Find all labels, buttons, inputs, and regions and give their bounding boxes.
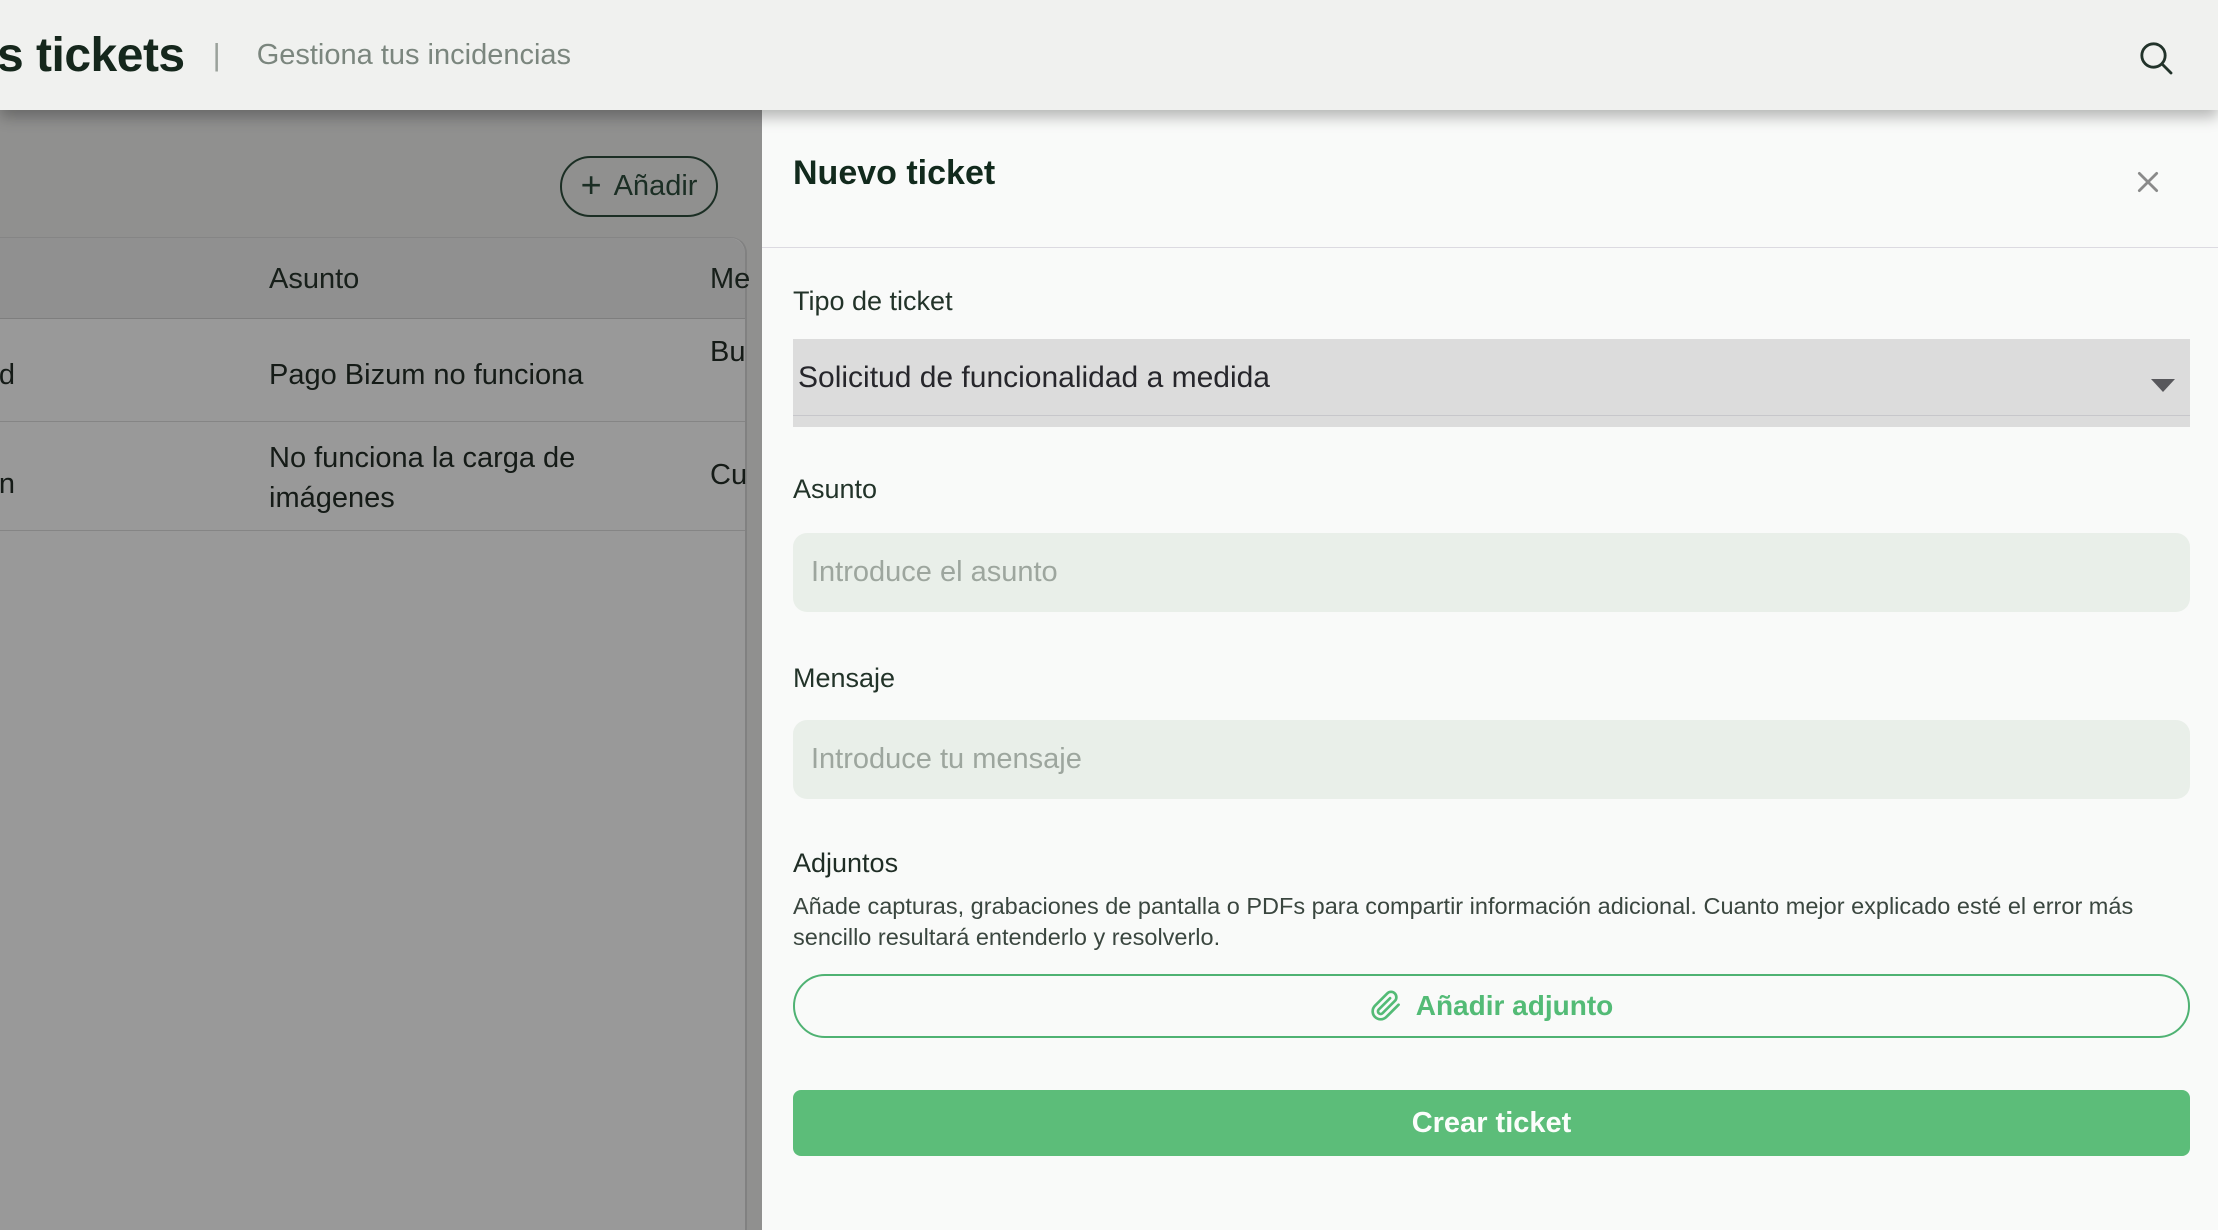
select-divider bbox=[793, 415, 2190, 416]
ticket-type-select[interactable]: Solicitud de funcionalidad a medida bbox=[793, 339, 2190, 427]
close-button[interactable] bbox=[2126, 160, 2170, 204]
attachments-description: Añade capturas, grabaciones de pantalla … bbox=[793, 893, 2134, 950]
panel-title: Nuevo ticket bbox=[793, 154, 996, 192]
title-separator: | bbox=[212, 37, 221, 72]
attachments-title: Adjuntos bbox=[793, 848, 899, 878]
search-icon bbox=[2140, 42, 2173, 75]
tickets-list-page: + Añadir Asunto Me d Pago Bizum no funci… bbox=[0, 110, 2218, 1230]
subject-label: Asunto bbox=[793, 474, 878, 504]
search-button[interactable] bbox=[2134, 36, 2178, 80]
page-header: s tickets | Gestiona tus incidencias bbox=[0, 0, 2218, 110]
message-label: Mensaje bbox=[793, 663, 896, 693]
create-ticket-button[interactable]: Crear ticket bbox=[793, 1090, 2190, 1156]
chevron-down-icon bbox=[2151, 379, 2175, 392]
new-ticket-panel: Nuevo ticket Tipo de ticket Solicitud de… bbox=[762, 110, 2218, 1230]
message-input[interactable] bbox=[793, 720, 2190, 799]
ticket-type-label: Tipo de ticket bbox=[793, 286, 953, 316]
close-icon bbox=[2137, 171, 2159, 193]
subject-input[interactable] bbox=[793, 533, 2190, 612]
add-attachment-label: Añadir adjunto bbox=[1415, 990, 1614, 1021]
add-attachment-button[interactable]: Añadir adjunto bbox=[793, 974, 2190, 1038]
ticket-type-selected-value: Solicitud de funcionalidad a medida bbox=[798, 361, 1270, 394]
page-title: s tickets bbox=[0, 28, 185, 82]
page-subtitle: Gestiona tus incidencias bbox=[256, 38, 572, 71]
app-root: + Añadir Asunto Me d Pago Bizum no funci… bbox=[0, 0, 2218, 1230]
panel-header-divider bbox=[762, 247, 2218, 248]
paperclip-icon bbox=[1371, 990, 1400, 1021]
